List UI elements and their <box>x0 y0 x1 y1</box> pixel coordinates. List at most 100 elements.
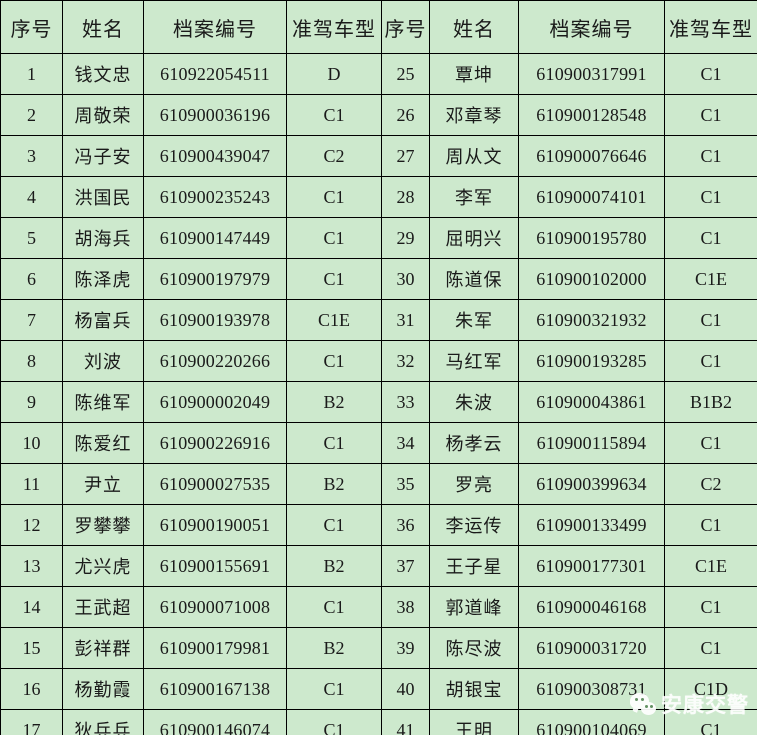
row-name-right: 胡银宝 <box>429 668 519 710</box>
table-row: 9 陈维军 610900002049 B2 33 朱波 610900043861 B1B2 <box>0 381 757 423</box>
row-seq-left: 15 <box>0 627 63 669</box>
row-name-right: 陈尽波 <box>429 627 519 669</box>
table-header: 序号 姓名 档案编号 准驾车型 序号 姓名 档案编号 准驾车型 <box>0 0 757 54</box>
row-seq-right: 31 <box>381 299 430 341</box>
row-fileno-left: 610900226916 <box>143 422 287 464</box>
table-row: 2 周敬荣 610900036196 C1 26 邓章琴 610900128548 C1 <box>0 94 757 136</box>
row-seq-left: 16 <box>0 668 63 710</box>
row-name-left: 陈维军 <box>62 381 144 423</box>
row-name-left: 冯子安 <box>62 135 144 177</box>
table-row: 14 王武超 610900071008 C1 38 郭道峰 610900046168 C1 <box>0 586 757 628</box>
row-name-left: 洪国民 <box>62 176 144 218</box>
row-license-left: B2 <box>286 545 382 587</box>
row-fileno-left: 610900027535 <box>143 463 287 505</box>
table-row: 1 钱文忠 610922054511 D 25 覃坤 610900317991 C1 <box>0 53 757 95</box>
header-name-left: 姓名 <box>62 0 144 54</box>
table-row: 13 尤兴虎 610900155691 B2 37 王子星 610900177301 C1E <box>0 545 757 587</box>
row-fileno-right: 610900043861 <box>518 381 665 423</box>
row-fileno-left: 610900190051 <box>143 504 287 546</box>
row-fileno-right: 610900308731 <box>518 668 665 710</box>
row-fileno-right: 610900399634 <box>518 463 665 505</box>
row-seq-right: 39 <box>381 627 430 669</box>
row-license-right: B1B2 <box>664 381 757 423</box>
row-fileno-left: 610900071008 <box>143 586 287 628</box>
row-fileno-right: 610900031720 <box>518 627 665 669</box>
row-name-right: 王明 <box>429 709 519 735</box>
row-name-left: 陈爱红 <box>62 422 144 464</box>
row-license-left: C1 <box>286 94 382 136</box>
row-fileno-left: 610900146074 <box>143 709 287 735</box>
table-body: 1 钱文忠 610922054511 D 25 覃坤 610900317991 C1 2 周敬荣 6… <box>0 53 757 735</box>
row-fileno-left: 610922054511 <box>143 53 287 95</box>
header-name-right: 姓名 <box>429 0 519 54</box>
row-name-left: 周敬荣 <box>62 94 144 136</box>
driver-records-table: 序号 姓名 档案编号 准驾车型 序号 姓名 档案编号 准驾车型 1 钱文忠 6109… <box>0 0 757 735</box>
row-seq-right: 41 <box>381 709 430 735</box>
row-seq-left: 9 <box>0 381 63 423</box>
row-name-right: 李军 <box>429 176 519 218</box>
table-row: 17 狄兵兵 610900146074 C1 41 王明 610900104069 C1 <box>0 709 757 735</box>
row-license-left: C1 <box>286 668 382 710</box>
row-fileno-right: 610900104069 <box>518 709 665 735</box>
row-name-right: 杨孝云 <box>429 422 519 464</box>
row-license-left: C1 <box>286 504 382 546</box>
row-fileno-right: 610900115894 <box>518 422 665 464</box>
header-fileno-right: 档案编号 <box>518 0 665 54</box>
row-license-right: C1 <box>664 340 757 382</box>
row-seq-right: 26 <box>381 94 430 136</box>
row-seq-left: 5 <box>0 217 63 259</box>
row-fileno-left: 610900220266 <box>143 340 287 382</box>
row-seq-left: 11 <box>0 463 63 505</box>
row-seq-left: 2 <box>0 94 63 136</box>
row-license-right: C1 <box>664 627 757 669</box>
row-name-left: 尹立 <box>62 463 144 505</box>
row-license-left: C1 <box>286 176 382 218</box>
row-name-right: 马红军 <box>429 340 519 382</box>
table-row: 16 杨勤霞 610900167138 C1 40 胡银宝 610900308731 C1D <box>0 668 757 710</box>
row-name-right: 屈明兴 <box>429 217 519 259</box>
row-name-left: 罗攀攀 <box>62 504 144 546</box>
table-row: 15 彭祥群 610900179981 B2 39 陈尽波 610900031720 C1 <box>0 627 757 669</box>
row-name-right: 邓章琴 <box>429 94 519 136</box>
row-fileno-right: 610900195780 <box>518 217 665 259</box>
row-fileno-left: 610900036196 <box>143 94 287 136</box>
row-fileno-left: 610900155691 <box>143 545 287 587</box>
row-seq-right: 32 <box>381 340 430 382</box>
row-fileno-left: 610900193978 <box>143 299 287 341</box>
header-fileno-left: 档案编号 <box>143 0 287 54</box>
row-fileno-left: 610900179981 <box>143 627 287 669</box>
row-seq-right: 40 <box>381 668 430 710</box>
row-name-right: 覃坤 <box>429 53 519 95</box>
row-license-right: C1 <box>664 217 757 259</box>
row-fileno-left: 610900197979 <box>143 258 287 300</box>
row-license-right: C1 <box>664 53 757 95</box>
row-name-left: 杨富兵 <box>62 299 144 341</box>
row-seq-left: 6 <box>0 258 63 300</box>
row-fileno-left: 610900235243 <box>143 176 287 218</box>
table-row: 10 陈爱红 610900226916 C1 34 杨孝云 610900115894 C1 <box>0 422 757 464</box>
row-seq-right: 34 <box>381 422 430 464</box>
row-license-right: C1 <box>664 422 757 464</box>
row-name-left: 陈泽虎 <box>62 258 144 300</box>
header-seq-left: 序号 <box>0 0 63 54</box>
row-license-right: C1 <box>664 299 757 341</box>
row-seq-left: 14 <box>0 586 63 628</box>
row-seq-right: 33 <box>381 381 430 423</box>
row-seq-left: 8 <box>0 340 63 382</box>
row-name-left: 钱文忠 <box>62 53 144 95</box>
row-fileno-left: 610900147449 <box>143 217 287 259</box>
row-license-right: C1D <box>664 668 757 710</box>
spreadsheet-page: 序号 姓名 档案编号 准驾车型 序号 姓名 档案编号 准驾车型 1 钱文忠 6109… <box>0 0 757 735</box>
row-seq-left: 4 <box>0 176 63 218</box>
table-row: 7 杨富兵 610900193978 C1E 31 朱军 610900321932 C1 <box>0 299 757 341</box>
row-seq-left: 17 <box>0 709 63 735</box>
row-license-right: C2 <box>664 463 757 505</box>
table-row: 11 尹立 610900027535 B2 35 罗亮 610900399634 C2 <box>0 463 757 505</box>
row-fileno-right: 610900321932 <box>518 299 665 341</box>
row-seq-right: 28 <box>381 176 430 218</box>
row-seq-right: 27 <box>381 135 430 177</box>
row-seq-right: 35 <box>381 463 430 505</box>
row-name-right: 罗亮 <box>429 463 519 505</box>
row-fileno-right: 610900046168 <box>518 586 665 628</box>
row-name-left: 狄兵兵 <box>62 709 144 735</box>
